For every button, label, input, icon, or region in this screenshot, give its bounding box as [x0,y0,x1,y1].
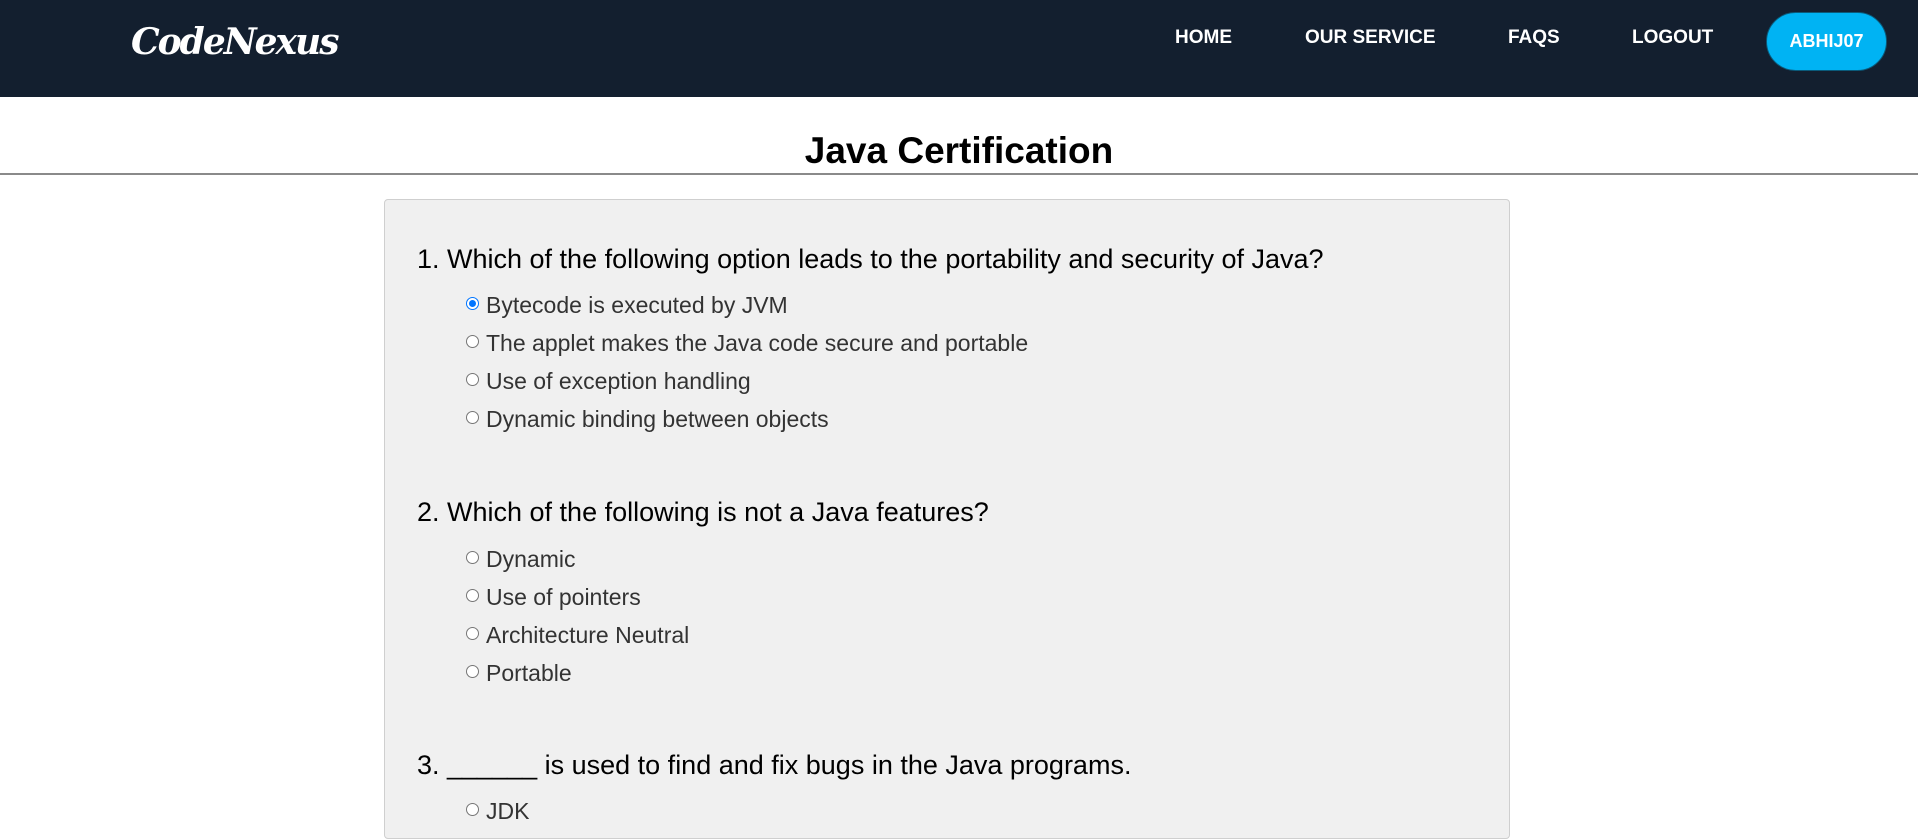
q1-option-2-radio[interactable] [466,335,479,348]
question-3: 3. ______ is used to find and fix bugs i… [417,750,1132,780]
q1-option-3-label: Use of exception handling [486,368,751,394]
brand-logo[interactable]: CodeNexus [131,24,339,60]
q1-option-1-label: Bytecode is executed by JVM [486,292,788,318]
nav-link-our-service[interactable]: OUR SERVICE [1305,27,1436,49]
q2-option-4-radio[interactable] [466,665,479,678]
question-1: 1. Which of the following option leads t… [417,244,1324,274]
q2-option-1-label: Dynamic [486,546,576,572]
q2-option-2-label: Use of pointers [486,584,641,610]
q2-option-1-radio[interactable] [466,551,479,564]
q1-option-4[interactable]: Dynamic binding between objects [466,404,829,434]
q1-option-4-label: Dynamic binding between objects [486,406,829,432]
q2-option-4[interactable]: Portable [466,658,572,688]
question-2: 2. Which of the following is not a Java … [417,497,989,527]
q2-option-1[interactable]: Dynamic [466,544,575,574]
nav-link-logout[interactable]: LOGOUT [1632,27,1713,49]
title-divider [0,173,1918,175]
q2-option-3-label: Architecture Neutral [486,622,690,648]
q2-option-2-radio[interactable] [466,589,479,602]
q3-option-1-label: JDK [486,798,530,824]
q2-option-4-label: Portable [486,660,572,686]
page-title: Java Certification [804,130,1114,171]
q2-option-3[interactable]: Architecture Neutral [466,620,689,650]
q3-option-1-radio[interactable] [466,803,479,816]
q1-option-1-radio[interactable] [466,297,479,310]
q3-option-1[interactable]: JDK [466,796,529,826]
q2-option-2[interactable]: Use of pointers [466,582,641,612]
q2-option-3-radio[interactable] [466,627,479,640]
quiz-card: 1. Which of the following option leads t… [384,199,1510,839]
q1-option-3[interactable]: Use of exception handling [466,366,751,396]
q1-option-2[interactable]: The applet makes the Java code secure an… [466,328,1028,358]
user-account-button[interactable]: ABHIJ07 [1766,12,1887,71]
top-navbar: CodeNexus HOME OUR SERVICE FAQS LOGOUT A… [0,0,1918,97]
q1-option-1[interactable]: Bytecode is executed by JVM [466,290,788,320]
q1-option-4-radio[interactable] [466,411,479,424]
nav-link-faqs[interactable]: FAQS [1508,27,1560,49]
q1-option-2-label: The applet makes the Java code secure an… [486,330,1029,356]
q1-option-3-radio[interactable] [466,373,479,386]
nav-link-home[interactable]: HOME [1175,27,1232,49]
